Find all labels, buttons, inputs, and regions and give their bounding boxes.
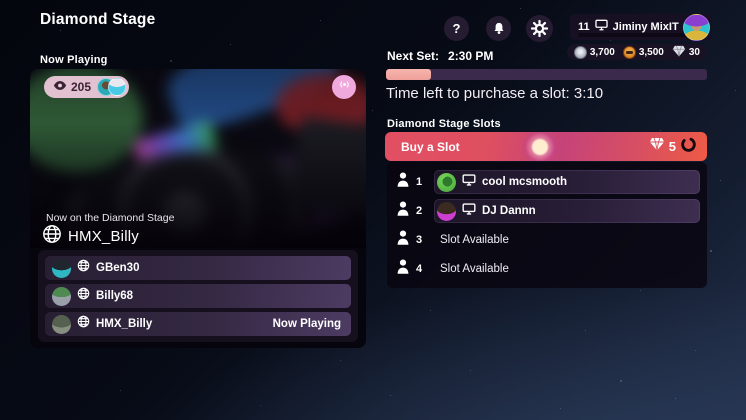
next-set-row: Next Set: 2:30 PM xyxy=(387,49,493,63)
next-set-label: Next Set: xyxy=(387,49,439,63)
queue-row-gben30[interactable]: GBen30 xyxy=(45,256,351,280)
currency-silver: 3,700 xyxy=(574,46,615,59)
slot-row-2: 2 DJ Dannn xyxy=(395,199,700,223)
slot-number: 1 xyxy=(416,176,430,188)
viewer-count-badge: 205 xyxy=(44,76,129,98)
diamond-icon xyxy=(672,45,686,60)
slot-row-3: 3 Slot Available xyxy=(395,228,700,252)
silver-coin-icon xyxy=(574,46,587,59)
orange-coin-amount: 3,500 xyxy=(639,47,664,58)
slot-countdown-text: Time left to purchase a slot: 3:10 xyxy=(386,85,603,102)
player-level: 11 xyxy=(578,21,590,33)
slot-row-1: 1 cool mcsmooth xyxy=(395,170,700,194)
person-icon xyxy=(395,200,411,222)
person-icon xyxy=(395,171,411,193)
cursor-glow xyxy=(521,132,559,161)
player-avatar[interactable] xyxy=(683,14,710,41)
dj-queue-list: GBen30 Billy68 HMX_Billy Now Playing xyxy=(38,250,358,342)
slot-occupied-pill[interactable]: cool mcsmooth xyxy=(434,170,700,194)
person-icon xyxy=(395,258,411,280)
globe-icon xyxy=(77,287,90,305)
globe-icon xyxy=(77,259,90,277)
slots-section-label: Diamond Stage Slots xyxy=(387,118,501,130)
next-set-progress-bar xyxy=(386,69,707,80)
monitor-icon xyxy=(462,173,476,191)
currency-diamond: 30 xyxy=(672,45,700,60)
currency-orange: 3,500 xyxy=(623,46,664,59)
hold-ring-icon xyxy=(680,136,697,158)
monitor-icon xyxy=(462,202,476,220)
avatar xyxy=(437,202,456,221)
now-playing-card: 205 Now on the Diamond Stage HMX_Billy xyxy=(30,69,366,348)
globe-icon xyxy=(42,224,62,248)
settings-button[interactable] xyxy=(526,15,553,42)
queue-row-billy68[interactable]: Billy68 xyxy=(45,284,351,308)
broadcast-icon xyxy=(338,78,351,96)
eye-icon xyxy=(53,78,67,96)
slot-number: 3 xyxy=(416,234,430,246)
slot-occupied-pill[interactable]: DJ Dannn xyxy=(434,199,700,223)
orange-coin-icon xyxy=(623,46,636,59)
person-icon xyxy=(395,229,411,251)
currency-bar: 3,700 3,500 30 xyxy=(567,44,707,60)
slot-number: 2 xyxy=(416,205,430,217)
notifications-button[interactable] xyxy=(486,16,511,41)
buy-slot-button[interactable]: Buy a Slot 5 xyxy=(385,132,707,161)
queue-player-name: HMX_Billy xyxy=(96,318,152,330)
globe-icon xyxy=(77,315,90,333)
slot-player-name: DJ Dannn xyxy=(482,205,536,217)
stage-caption: Now on the Diamond Stage xyxy=(46,212,174,224)
xp-bar xyxy=(578,33,696,37)
bell-icon xyxy=(492,21,506,36)
current-dj-name: HMX_Billy xyxy=(68,228,139,245)
buy-slot-label: Buy a Slot xyxy=(385,140,460,154)
player-name: Jiminy MixIT xyxy=(613,21,679,33)
buy-slot-cost: 5 xyxy=(669,139,676,154)
broadcast-button[interactable] xyxy=(332,75,356,99)
slot-number: 4 xyxy=(416,263,430,275)
next-set-time: 2:30 PM xyxy=(448,49,493,63)
slot-row-4: 4 Slot Available xyxy=(395,257,700,281)
diamond-amount: 30 xyxy=(689,47,700,58)
starfield-bright xyxy=(0,0,2,2)
gear-icon xyxy=(531,20,548,37)
stage-slots-panel: 1 cool mcsmooth 2 DJ Dannn 3 Slot Availa… xyxy=(387,162,707,288)
avatar xyxy=(52,315,71,334)
page-title: Diamond Stage xyxy=(40,11,155,29)
slot-player-name: cool mcsmooth xyxy=(482,176,567,188)
now-playing-status: Now Playing xyxy=(273,318,341,330)
silver-coin-amount: 3,700 xyxy=(590,47,615,58)
slot-available-text: Slot Available xyxy=(440,234,509,246)
current-dj-row: HMX_Billy xyxy=(42,224,139,248)
question-mark-icon: ? xyxy=(453,21,461,36)
diamond-icon xyxy=(649,137,665,156)
avatar xyxy=(437,173,456,192)
queue-row-hmx-billy[interactable]: HMX_Billy Now Playing xyxy=(45,312,351,336)
viewer-count: 205 xyxy=(71,80,91,94)
viewer-avatar-2 xyxy=(108,78,126,96)
stream-preview[interactable]: 205 Now on the Diamond Stage HMX_Billy xyxy=(30,69,366,248)
next-set-progress-fill xyxy=(386,69,431,80)
queue-player-name: GBen30 xyxy=(96,262,139,274)
now-playing-label: Now Playing xyxy=(40,54,108,66)
slot-available-text: Slot Available xyxy=(440,263,509,275)
avatar xyxy=(52,287,71,306)
avatar xyxy=(52,259,71,278)
help-button[interactable]: ? xyxy=(444,16,469,41)
queue-player-name: Billy68 xyxy=(96,290,133,302)
